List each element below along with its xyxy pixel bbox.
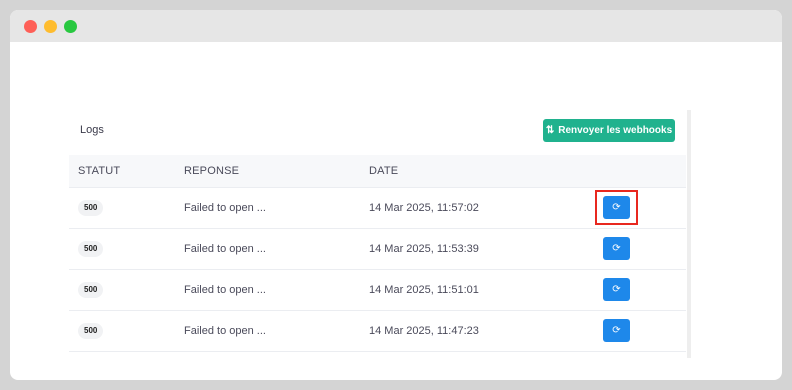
refresh-icon: ⟳ bbox=[612, 284, 621, 295]
highlight-box bbox=[595, 190, 638, 225]
response-cell: Failed to open ... bbox=[184, 324, 266, 337]
retry-webhook-button[interactable]: ⟳ bbox=[603, 237, 630, 260]
response-cell: Failed to open ... bbox=[184, 283, 266, 296]
logs-table: STATUT REPONSE DATE 500 Failed to open .… bbox=[69, 155, 686, 352]
window-titlebar bbox=[10, 10, 782, 42]
browser-window: Logs ⇅ Renvoyer les webhooks STATUT REPO… bbox=[10, 10, 782, 380]
table-row: 500 Failed to open ... 14 Mar 2025, 11:5… bbox=[69, 269, 686, 310]
maximize-window-button[interactable] bbox=[64, 20, 77, 33]
status-badge: 500 bbox=[78, 199, 104, 216]
column-header-status: STATUT bbox=[78, 164, 121, 177]
logs-card: Logs ⇅ Renvoyer les webhooks STATUT REPO… bbox=[69, 110, 686, 358]
column-header-action bbox=[590, 155, 686, 187]
table-row: 500 Failed to open ... 14 Mar 2025, 11:4… bbox=[69, 310, 686, 351]
table-row: 500 Failed to open ... 14 Mar 2025, 11:5… bbox=[69, 228, 686, 269]
resend-webhooks-button[interactable]: ⇅ Renvoyer les webhooks bbox=[543, 119, 675, 142]
retry-webhook-button[interactable]: ⟳ bbox=[603, 319, 630, 342]
column-header-date: DATE bbox=[369, 164, 399, 177]
date-cell: 14 Mar 2025, 11:51:01 bbox=[369, 283, 479, 296]
date-cell: 14 Mar 2025, 11:57:02 bbox=[369, 201, 479, 214]
date-cell: 14 Mar 2025, 11:47:23 bbox=[369, 324, 479, 337]
response-cell: Failed to open ... bbox=[184, 201, 266, 214]
refresh-icon: ⟳ bbox=[612, 243, 621, 254]
close-window-button[interactable] bbox=[24, 20, 37, 33]
card-scrollbar[interactable] bbox=[687, 110, 691, 358]
status-badge: 500 bbox=[78, 322, 104, 339]
retry-webhook-button[interactable]: ⟳ bbox=[603, 278, 630, 301]
date-cell: 14 Mar 2025, 11:53:39 bbox=[369, 242, 479, 255]
logs-title: Logs bbox=[80, 124, 104, 136]
response-cell: Failed to open ... bbox=[184, 242, 266, 255]
refresh-icon: ⟳ bbox=[612, 325, 621, 336]
column-header-response: REPONSE bbox=[184, 164, 240, 177]
status-badge: 500 bbox=[78, 281, 104, 298]
table-header-row: STATUT REPONSE DATE bbox=[69, 155, 686, 187]
logs-card-header: Logs ⇅ Renvoyer les webhooks bbox=[69, 110, 686, 155]
status-badge: 500 bbox=[78, 240, 104, 257]
table-row: 500 Failed to open ... 14 Mar 2025, 11:5… bbox=[69, 187, 686, 228]
resend-webhooks-label: Renvoyer les webhooks bbox=[558, 125, 673, 136]
refresh-icon: ⇅ bbox=[545, 125, 555, 136]
minimize-window-button[interactable] bbox=[44, 20, 57, 33]
